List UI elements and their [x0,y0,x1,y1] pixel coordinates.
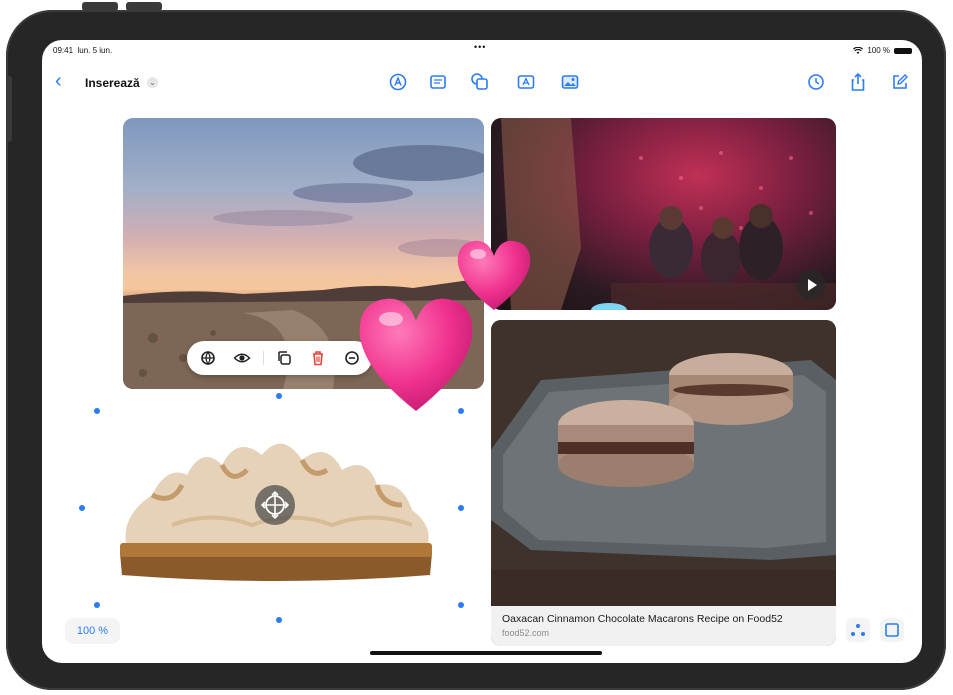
party-video-thumbnail[interactable] [491,118,836,310]
text-box-icon[interactable] [516,72,536,92]
selection-handle[interactable] [458,505,464,511]
screen: 09:41 lun. 5 iun. ••• 100 % ‹ Inserează … [42,40,922,663]
zoom-level-button[interactable]: 100 % [65,618,120,644]
play-icon[interactable] [796,270,826,300]
status-time: 09:41 lun. 5 iun. [53,46,113,55]
frame-icon[interactable] [880,618,904,642]
move-rotate-icon[interactable] [255,485,295,525]
selection-handle[interactable] [458,602,464,608]
heart-sticker-large[interactable] [355,295,477,413]
eye-icon[interactable] [233,349,251,367]
toolbar: ‹ Inserează ⌄ [42,70,922,94]
lookup-icon[interactable] [199,349,217,367]
side-button [6,76,12,142]
selection-handle[interactable] [276,393,282,399]
macaron-link-card[interactable]: Oaxacan Cinnamon Chocolate Macarons Reci… [491,320,836,646]
pen-tool-icon[interactable] [388,72,408,92]
media-icon[interactable] [560,72,580,92]
battery-icon [894,47,912,54]
history-icon[interactable] [806,72,826,92]
menu-separator [263,351,264,365]
selection-handle[interactable] [276,617,282,623]
home-indicator[interactable] [370,651,602,655]
wifi-icon [853,46,864,54]
selection-handle[interactable] [94,602,100,608]
chevron-down-icon[interactable]: ⌄ [147,77,158,88]
duplicate-icon[interactable] [275,349,293,367]
link-domain: food52.com [502,628,550,638]
battery-text: 100 % [867,46,890,55]
edit-icon[interactable] [890,72,910,92]
sticky-note-icon[interactable] [428,72,448,92]
selection-handle[interactable] [94,408,100,414]
status-right: 100 % [853,46,912,55]
selection-handle[interactable] [79,505,85,511]
context-menu [187,341,372,375]
multitask-dots[interactable]: ••• [474,42,486,52]
volume-button [82,2,118,11]
share-icon[interactable] [848,72,868,92]
shapes-icon[interactable] [470,72,490,92]
connectors-icon[interactable] [846,618,870,642]
link-preview-bar[interactable]: Oaxacan Cinnamon Chocolate Macarons Reci… [491,606,836,646]
lemon-meringue-pie-cutout[interactable] [112,425,442,585]
link-title[interactable]: Oaxacan Cinnamon Chocolate Macarons Reci… [502,613,783,625]
chevron-left-icon[interactable]: ‹ [55,70,62,92]
trash-icon[interactable] [309,349,327,367]
volume-button [126,2,162,11]
board-title[interactable]: Inserează [85,76,140,90]
